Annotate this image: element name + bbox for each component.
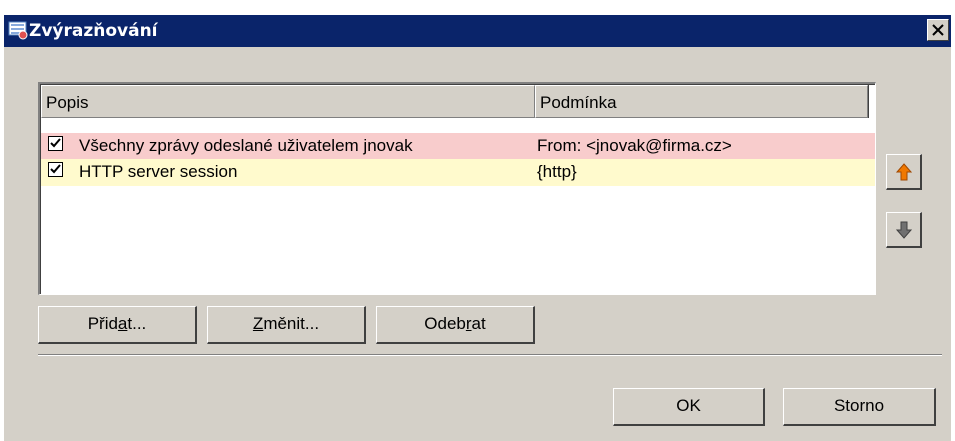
checkmark-icon <box>50 164 61 174</box>
checkmark-icon <box>50 138 61 148</box>
list-header: Popis Podmínka <box>41 85 869 118</box>
ok-button[interactable]: OK <box>613 388 765 426</box>
move-up-button[interactable] <box>886 154 922 190</box>
close-icon <box>932 24 944 36</box>
close-button[interactable] <box>927 19 949 41</box>
highlighting-app-icon <box>8 20 29 41</box>
cancel-button[interactable]: Storno <box>783 388 936 426</box>
window-title: Zvýrazňování <box>29 21 158 41</box>
edit-button[interactable]: Změnit... <box>207 306 366 344</box>
highlight-rules-list[interactable]: Popis Podmínka Všechny zprávy odeslané u… <box>38 82 876 295</box>
remove-button[interactable]: Odebrat <box>376 306 535 344</box>
rule-condition: {http} <box>537 162 577 181</box>
rule-description: HTTP server session <box>79 162 238 181</box>
rule-enabled-checkbox[interactable] <box>48 136 63 151</box>
rule-enabled-checkbox[interactable] <box>48 162 63 177</box>
table-row[interactable]: Všechny zprávy odeslané uživatelem jnova… <box>41 133 875 160</box>
move-down-button[interactable] <box>886 212 922 248</box>
add-button[interactable]: Přidat... <box>38 306 197 344</box>
rule-description: Všechny zprávy odeslané uživatelem jnova… <box>79 136 413 155</box>
table-row[interactable]: HTTP server session {http} <box>41 159 875 186</box>
column-header-popis[interactable]: Popis <box>41 85 536 118</box>
rule-condition: From: <jnovak@firma.cz> <box>537 136 732 155</box>
divider <box>38 354 942 356</box>
arrow-down-icon <box>896 221 912 239</box>
dialog-window: Zvýrazňování Popis Podmínka Všechny zprá… <box>4 15 951 441</box>
title-bar[interactable]: Zvýrazňování <box>4 15 951 47</box>
arrow-up-icon <box>896 163 912 181</box>
column-header-podminka[interactable]: Podmínka <box>535 85 869 118</box>
